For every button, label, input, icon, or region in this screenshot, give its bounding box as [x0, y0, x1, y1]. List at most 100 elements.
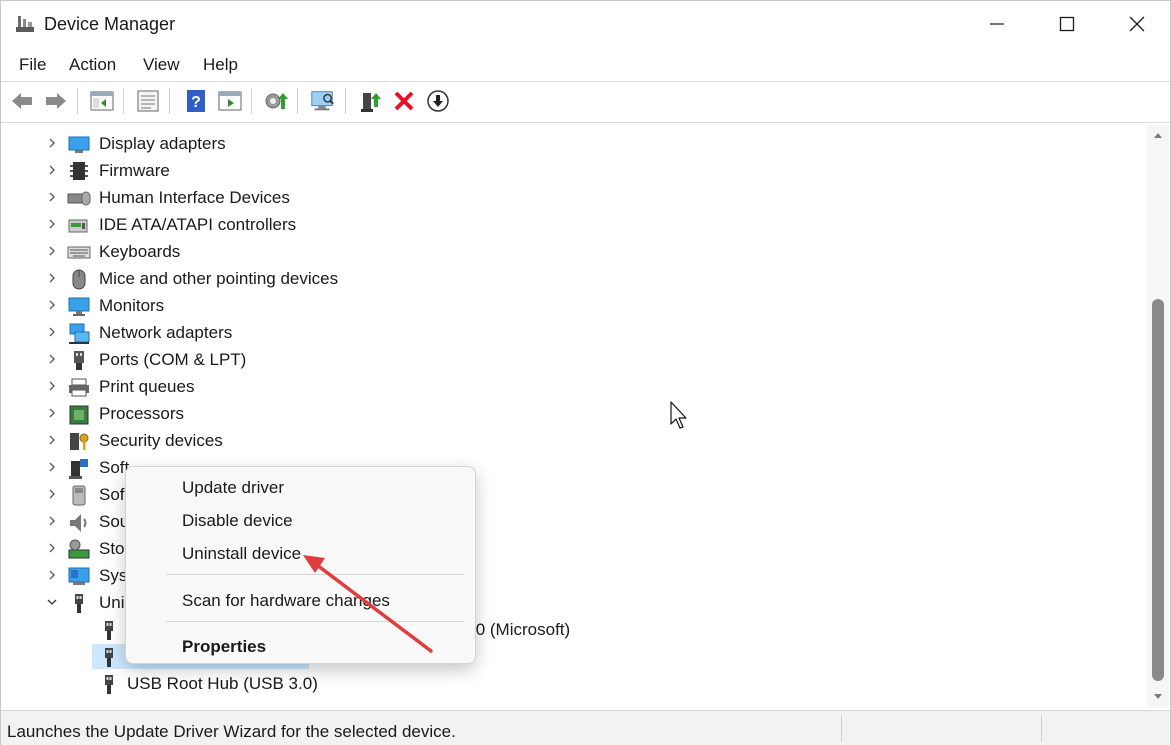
processor-icon [69, 405, 89, 425]
sound-icon [70, 514, 87, 532]
update-driver-icon [265, 93, 288, 109]
minimize-button[interactable] [962, 1, 1032, 47]
tree-category-label: Sof [99, 485, 125, 504]
chevron-right-icon[interactable] [45, 298, 59, 312]
hid-icon [67, 191, 91, 206]
chevron-right-icon[interactable] [45, 514, 59, 528]
close-button[interactable] [1102, 1, 1171, 47]
software-component-icon [69, 459, 88, 479]
help-icon: ? [187, 90, 205, 112]
svg-text:?: ? [191, 94, 201, 111]
storage-icon [68, 539, 90, 559]
help-button[interactable]: ? [183, 88, 209, 114]
firmware-icon [70, 162, 88, 180]
chevron-right-icon[interactable] [45, 406, 59, 420]
toolbar-separator [297, 88, 298, 114]
tree-category[interactable]: Firmware [5, 157, 1105, 184]
scroll-up-icon[interactable] [1153, 131, 1163, 139]
tree-category-label: Monitors [99, 296, 165, 315]
chevron-right-icon[interactable] [45, 433, 59, 447]
tree-device-label: .0 (Microsoft) [471, 620, 571, 639]
back-arrow-icon [12, 93, 32, 109]
close-icon [1129, 16, 1145, 32]
tree-category-label: Processors [99, 404, 185, 423]
usb-controller-icon [75, 594, 83, 613]
tree-category[interactable]: Print queues [5, 373, 1105, 400]
tree-category-label: Firmware [99, 161, 170, 180]
tree-category[interactable]: Network adapters [5, 319, 1105, 346]
tree-category[interactable]: Ports (COM & LPT) [5, 346, 1105, 373]
ctx-uninstall-device[interactable]: Uninstall device [182, 544, 301, 564]
uninstall-device-button[interactable] [391, 88, 417, 114]
run-action-button[interactable] [217, 88, 243, 114]
tree-category[interactable]: IDE ATA/ATAPI controllers [5, 211, 1105, 238]
tree-category[interactable]: Mice and other pointing devices [5, 265, 1105, 292]
port-icon [74, 351, 84, 370]
disable-device-button[interactable] [425, 88, 451, 114]
tree-category[interactable]: Monitors [5, 292, 1105, 319]
chevron-right-icon[interactable] [45, 217, 59, 231]
display-adapter-icon [68, 136, 90, 153]
chevron-right-icon[interactable] [45, 244, 59, 258]
annotation-arrow-icon [303, 555, 433, 653]
properties-button[interactable] [135, 88, 161, 114]
scroll-down-icon[interactable] [1153, 693, 1163, 701]
chevron-right-icon[interactable] [45, 352, 59, 366]
scan-hardware-button[interactable] [309, 88, 335, 114]
menu-file[interactable]: File [17, 55, 48, 75]
tree-category-label: Security devices [99, 431, 223, 450]
chevron-right-icon[interactable] [45, 568, 59, 582]
tree-category-label: IDE ATA/ATAPI controllers [99, 215, 297, 234]
chevron-right-icon[interactable] [45, 190, 59, 204]
device-manager-window: Device Manager File Action View Help ? D… [0, 0, 1171, 745]
chevron-right-icon[interactable] [45, 136, 59, 150]
toolbar-separator [169, 88, 170, 114]
tree-category[interactable]: Human Interface Devices [5, 184, 1105, 211]
scan-hardware-icon [311, 91, 334, 111]
network-adapter-icon [69, 323, 90, 344]
chevron-right-icon[interactable] [45, 541, 59, 555]
menu-view[interactable]: View [141, 55, 182, 75]
menu-action[interactable]: Action [67, 55, 118, 75]
back-button[interactable] [9, 88, 35, 114]
tree-device[interactable]: USB Root Hub (USB 3.0) [5, 670, 1105, 697]
chevron-down-icon[interactable] [45, 595, 59, 609]
status-bar: Launches the Update Driver Wizard for th… [1, 710, 1170, 745]
tree-category[interactable]: Display adapters [5, 130, 1105, 157]
tree-device-label: USB Root Hub (USB 3.0) [127, 674, 318, 693]
tree-category[interactable]: Security devices [5, 427, 1105, 454]
menu-bar: File Action View Help [1, 51, 1170, 81]
window-title: Device Manager [44, 14, 176, 34]
maximize-button[interactable] [1032, 1, 1102, 47]
system-device-icon [68, 567, 90, 585]
usb-device-icon [105, 648, 113, 667]
scrollbar-thumb[interactable] [1152, 299, 1164, 681]
tree-category-label: Sys [99, 566, 128, 585]
toolbar-divider [1, 122, 1170, 123]
ctx-update-driver[interactable]: Update driver [182, 478, 284, 498]
tree-category[interactable]: Processors [5, 400, 1105, 427]
chevron-right-icon[interactable] [45, 460, 59, 474]
chevron-right-icon[interactable] [45, 271, 59, 285]
menu-help[interactable]: Help [201, 55, 240, 75]
menubar-divider [1, 81, 1170, 82]
tree-category-label: Network adapters [99, 323, 233, 342]
ctx-properties[interactable]: Properties [182, 637, 266, 657]
chevron-right-icon[interactable] [45, 379, 59, 393]
forward-button[interactable] [43, 88, 69, 114]
update-driver-button[interactable] [263, 88, 289, 114]
show-hide-tree-icon [90, 91, 114, 111]
ctx-disable-device[interactable]: Disable device [182, 511, 293, 531]
chevron-right-icon[interactable] [45, 163, 59, 177]
ide-controller-icon [68, 219, 88, 233]
properties-icon [137, 90, 159, 112]
enable-device-button[interactable] [357, 88, 383, 114]
usb-device-icon [105, 675, 113, 694]
title-bar: Device Manager [1, 1, 1170, 47]
maximize-icon [1059, 16, 1075, 32]
chevron-right-icon[interactable] [45, 487, 59, 501]
show-hide-tree-button[interactable] [89, 88, 115, 114]
disable-device-icon [427, 90, 449, 112]
tree-category[interactable]: Keyboards [5, 238, 1105, 265]
chevron-right-icon[interactable] [45, 325, 59, 339]
